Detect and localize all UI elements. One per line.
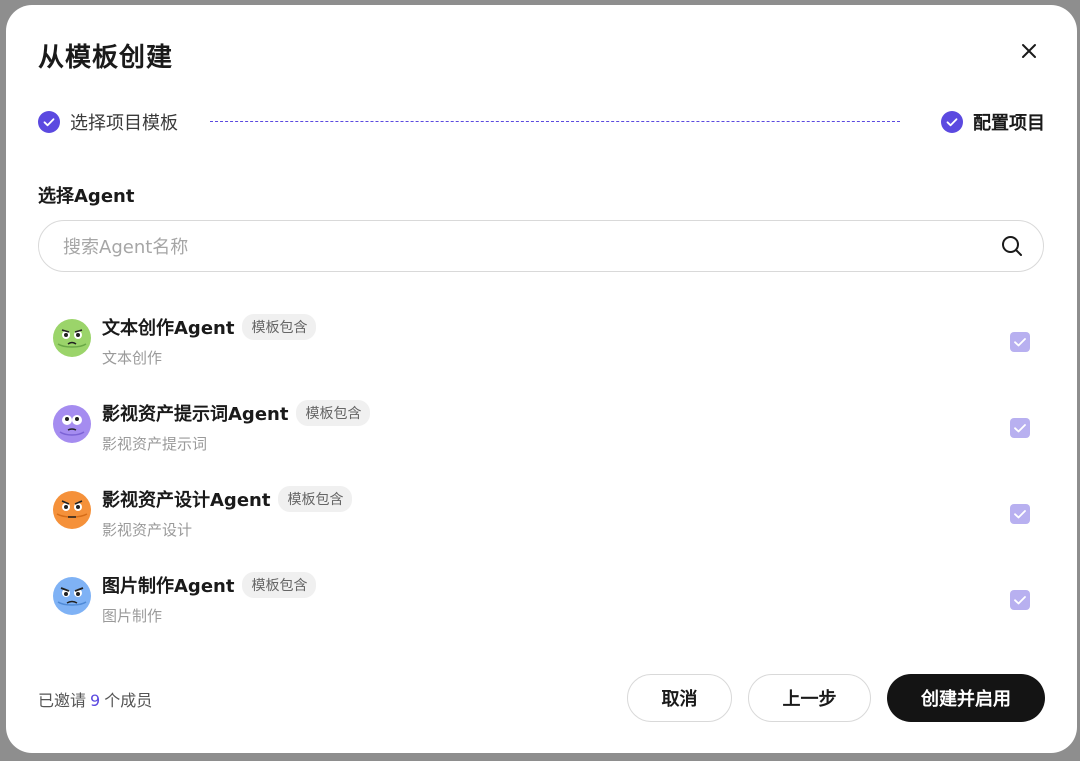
agent-list: 文本创作Agent 模板包含 文本创作 影视资产提示词Agent 模板包含 影视… (38, 295, 1044, 639)
search-icon[interactable] (1001, 235, 1023, 257)
search-box (38, 220, 1044, 273)
create-and-enable-button[interactable]: 创建并启用 (887, 674, 1045, 722)
agent-desc: 文本创作 (102, 349, 163, 367)
dialog-title: 从模板创建 (38, 43, 174, 73)
agent-name: 文本创作Agent 模板包含 (102, 314, 317, 340)
step-connector (210, 121, 900, 122)
template-badge: 模板包含 (278, 486, 353, 512)
agent-checkbox[interactable] (1010, 418, 1030, 438)
agent-avatar-icon (53, 319, 91, 357)
agent-desc: 图片制作 (102, 607, 163, 625)
invite-summary: 已邀请 9 个成员 (38, 691, 153, 710)
check-circle-icon (38, 111, 60, 133)
search-input[interactable] (61, 221, 985, 273)
check-circle-icon (941, 111, 963, 133)
agent-row[interactable]: 影视资产设计Agent 模板包含 影视资产设计 (38, 467, 1044, 553)
template-badge: 模板包含 (296, 400, 371, 426)
create-from-template-dialog: 从模板创建 选择项目模板 配置项目 选择Agent 搜索Agent名称 文本创作… (6, 5, 1077, 753)
agent-name: 图片制作Agent 模板包含 (102, 572, 317, 598)
template-badge: 模板包含 (242, 314, 317, 340)
agent-checkbox[interactable] (1010, 590, 1030, 610)
agent-row[interactable]: 文本创作Agent 模板包含 文本创作 (38, 295, 1044, 381)
previous-step-button[interactable]: 上一步 (748, 674, 871, 722)
agent-checkbox[interactable] (1010, 332, 1030, 352)
agent-avatar-icon (53, 491, 91, 529)
agent-checkbox[interactable] (1010, 504, 1030, 524)
agent-desc: 影视资产提示词 (102, 435, 208, 453)
close-icon[interactable] (1017, 39, 1041, 63)
step-select-template: 选择项目模板 (38, 108, 178, 136)
cancel-button[interactable]: 取消 (627, 674, 732, 722)
agent-row[interactable]: 影视资产提示词Agent 模板包含 影视资产提示词 (38, 381, 1044, 467)
agent-avatar-icon (53, 577, 91, 615)
agent-name: 影视资产设计Agent 模板包含 (102, 486, 353, 512)
agent-row[interactable]: 图片制作Agent 模板包含 图片制作 (38, 553, 1044, 639)
agent-avatar-icon (53, 405, 91, 443)
template-badge: 模板包含 (242, 572, 317, 598)
step-label: 配置项目 (973, 113, 1045, 134)
agent-name: 影视资产提示词Agent 模板包含 (102, 400, 371, 426)
section-label: 选择Agent (38, 186, 135, 207)
invite-count: 9 (90, 691, 101, 710)
step-label: 选择项目模板 (70, 113, 178, 134)
step-configure-project: 配置项目 (941, 108, 1045, 136)
stepper: 选择项目模板 配置项目 (38, 108, 1045, 136)
agent-desc: 影视资产设计 (102, 521, 193, 539)
